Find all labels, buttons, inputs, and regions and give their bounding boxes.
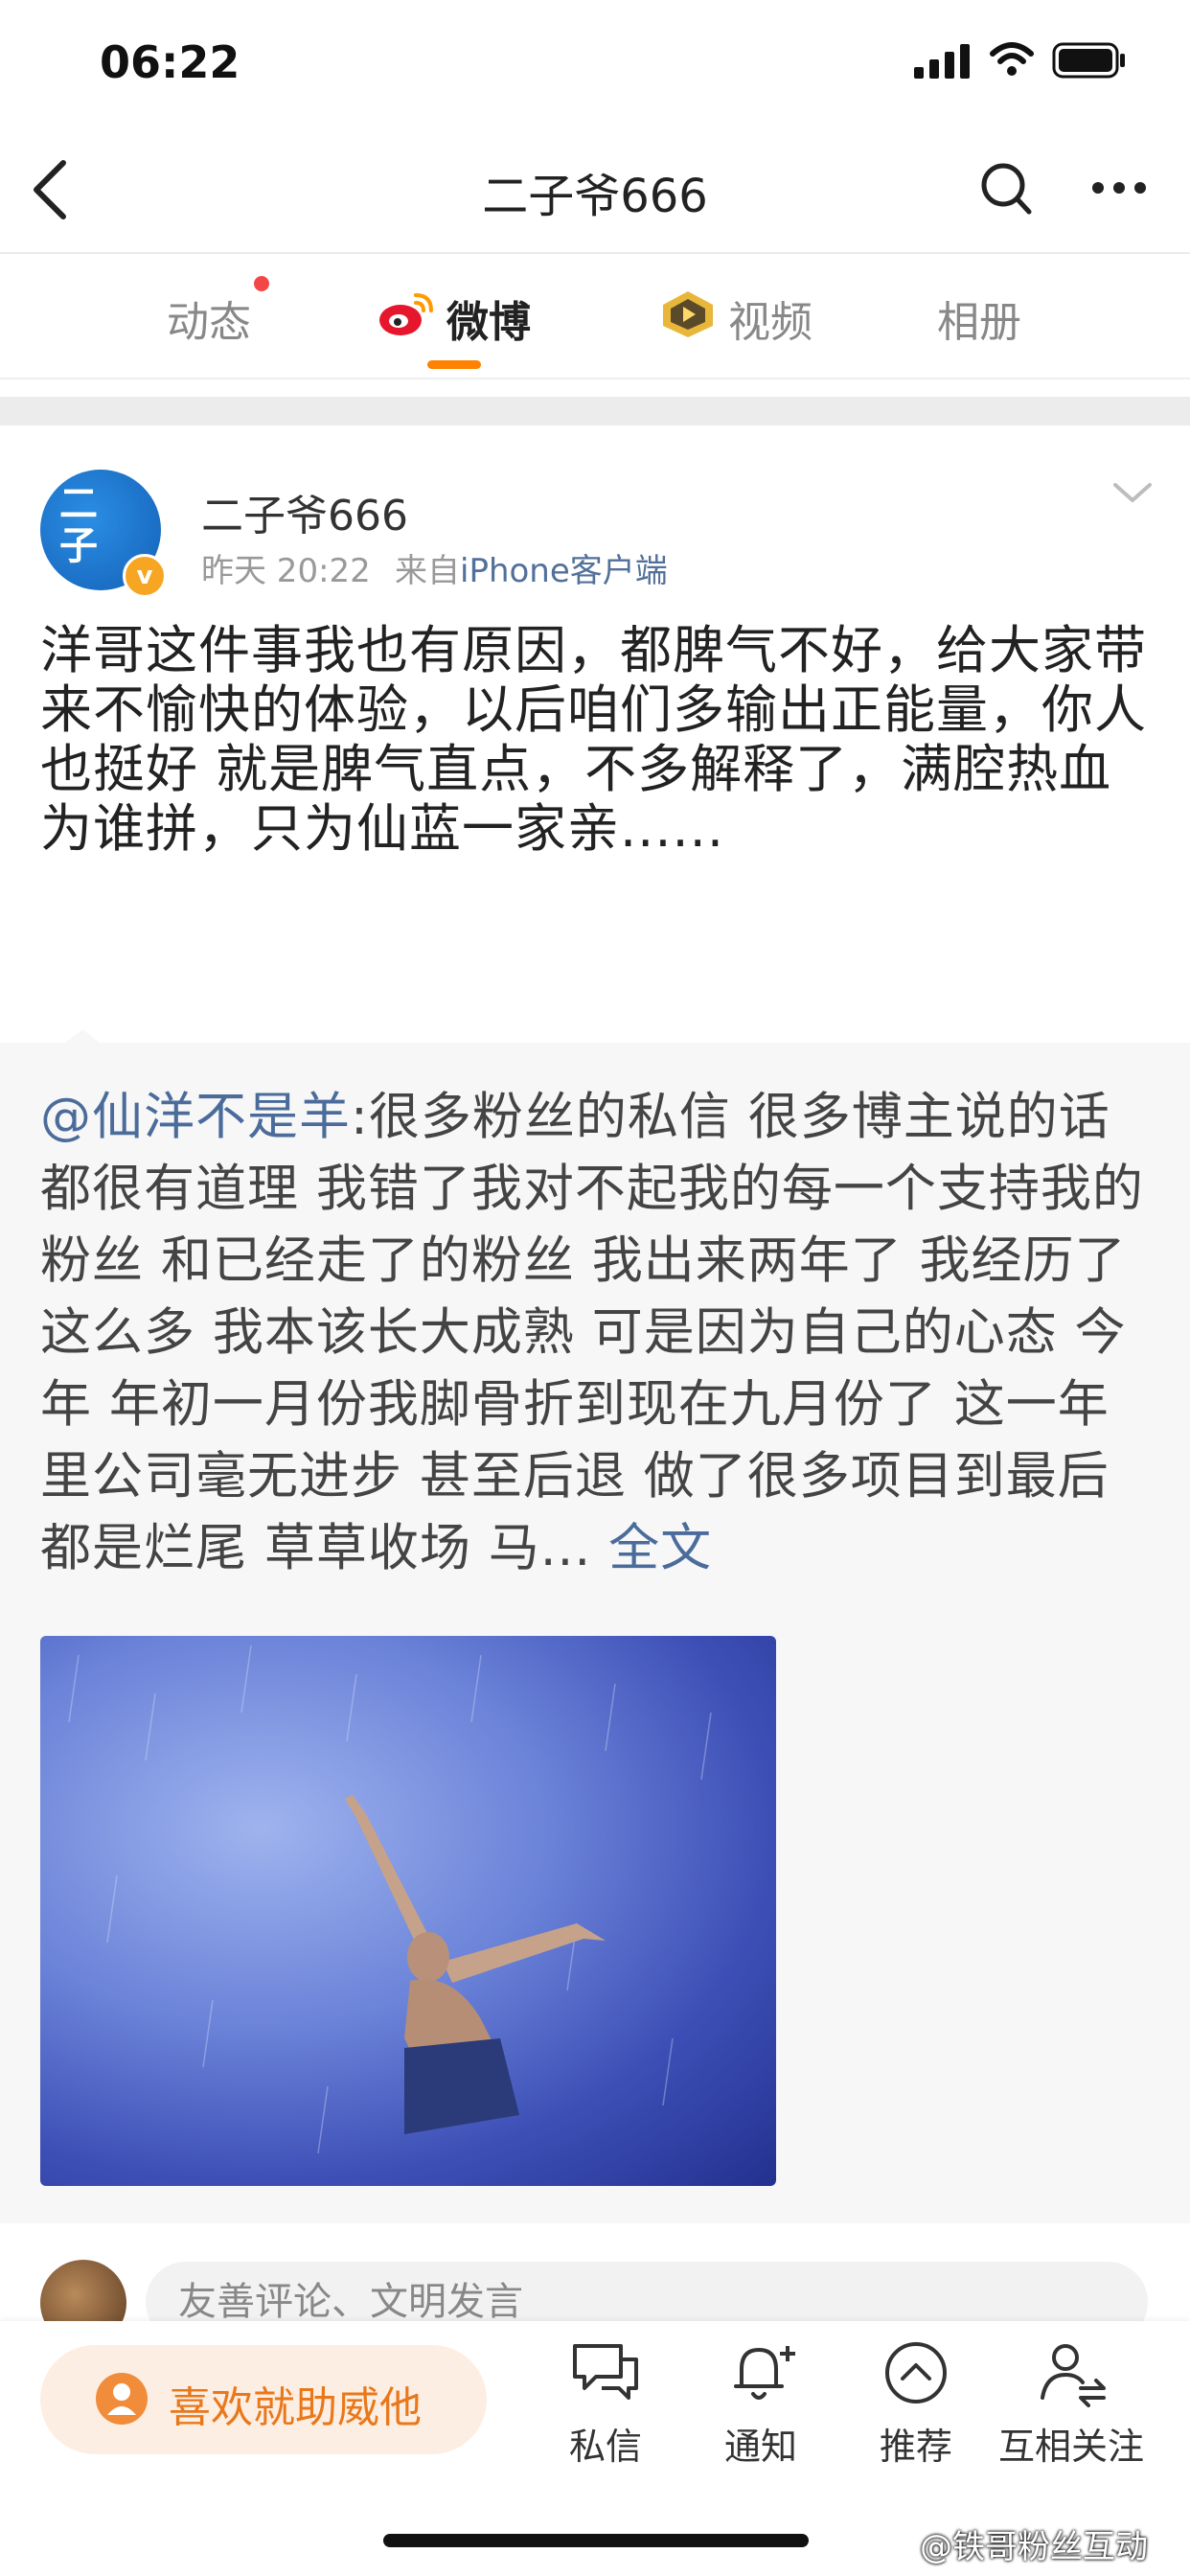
tab-video[interactable]: 视频	[728, 288, 812, 349]
bar-item-mutual-follow[interactable]: 互相关注	[995, 2338, 1148, 2470]
tab-weibo[interactable]: 微博	[446, 288, 531, 349]
section-separator	[0, 397, 1190, 426]
full-text-link[interactable]: 全文	[608, 1519, 712, 1577]
bar-item-label: 私信	[568, 2426, 642, 2468]
tab-album[interactable]: 相册	[937, 288, 1021, 349]
post-source: 来自iPhone客户端	[395, 544, 668, 591]
chevron-down-icon[interactable]	[1111, 479, 1154, 506]
bar-item-label: 互相关注	[997, 2426, 1144, 2468]
post-time: 昨天 20:22	[201, 552, 371, 590]
rain-scene-illustration	[68, 1644, 712, 2154]
bar-item-recommend[interactable]: 推荐	[839, 2338, 993, 2470]
author-name[interactable]: 二子爷666	[201, 481, 408, 542]
wifi-icon	[990, 42, 1034, 76]
post-text: 洋哥这件事我也有原因，都脾气不好，给大家带来不愉快的体验，以后咱们多输出正能量，…	[40, 620, 1147, 859]
more-icon[interactable]	[1090, 180, 1148, 196]
avatar-art: 二子	[59, 481, 98, 568]
bar-item-message[interactable]: 私信	[529, 2338, 682, 2470]
bar-item-label: 推荐	[879, 2426, 952, 2468]
repost-image[interactable]	[40, 1636, 776, 2186]
home-indicator[interactable]	[383, 2534, 809, 2547]
repost-mention[interactable]: @仙洋不是羊	[40, 1088, 351, 1146]
watermark: @铁哥粉丝互动	[920, 2528, 1148, 2566]
battery-icon	[1052, 42, 1125, 79]
signal-icon	[914, 44, 970, 79]
search-icon[interactable]	[979, 161, 1033, 217]
tabs-divider	[0, 378, 1190, 380]
tab-dynamics[interactable]: 动态	[167, 288, 251, 349]
repost-text: @仙洋不是羊:很多粉丝的私信 很多博主说的话都很有道理 我错了我对不起我的每一个…	[40, 1081, 1152, 1584]
nav-divider	[0, 252, 1190, 254]
verified-badge-icon: v	[123, 554, 167, 598]
active-tab-indicator	[427, 360, 481, 369]
bar-item-notification[interactable]: 通知	[684, 2338, 837, 2470]
repost-body: :很多粉丝的私信 很多博主说的话都很有道理 我错了我对不起我的每一个支持我的粉丝…	[40, 1088, 1144, 1577]
source-prefix: 来自	[395, 552, 460, 590]
message-icon	[573, 2344, 638, 2400]
user-cheer-icon	[96, 2373, 148, 2425]
chevron-up-circle-icon	[885, 2342, 947, 2404]
source-device: iPhone客户端	[460, 552, 668, 590]
unread-dot	[254, 276, 269, 291]
cheer-button-label: 喜欢就助威他	[169, 2383, 422, 2432]
weibo-logo-icon	[379, 293, 433, 335]
video-icon	[663, 291, 713, 337]
status-time: 06:22	[100, 36, 240, 88]
user-follow-icon	[1041, 2344, 1106, 2407]
bar-item-label: 通知	[723, 2426, 797, 2468]
bell-plus-icon	[734, 2346, 795, 2400]
repost-notch	[65, 1029, 100, 1043]
